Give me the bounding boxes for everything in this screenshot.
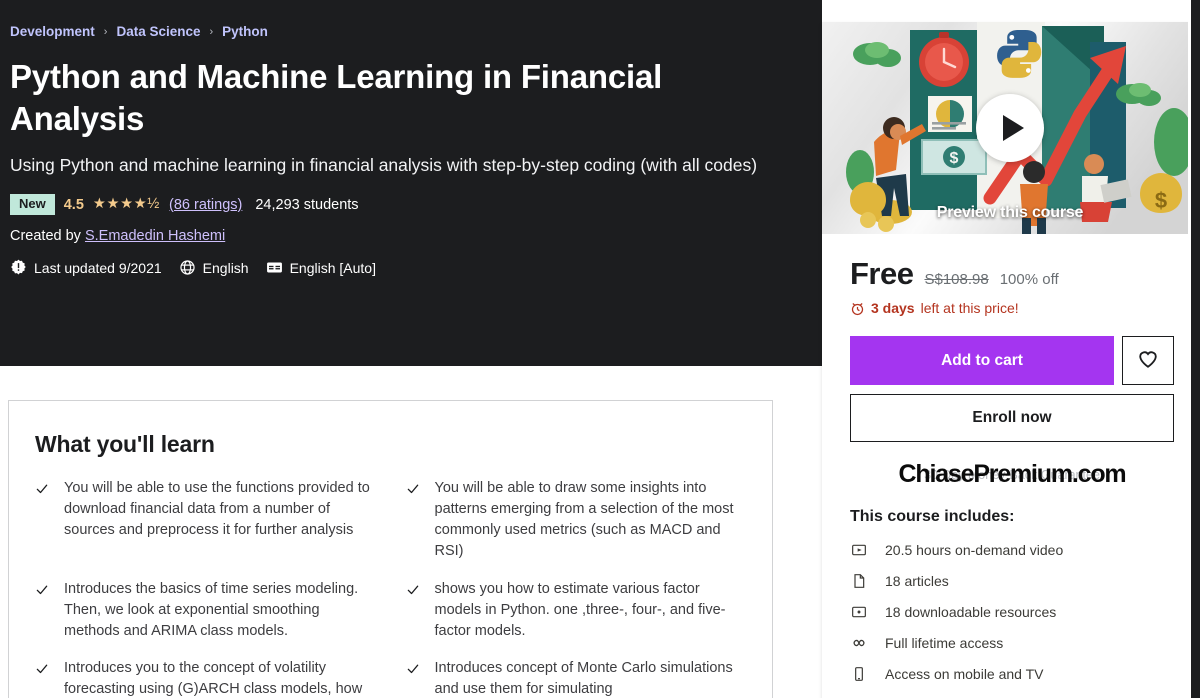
breadcrumb-item-python[interactable]: Python <box>222 24 268 39</box>
learn-item-text: Introduces you to the concept of volatil… <box>64 660 363 698</box>
breadcrumb-item-development[interactable]: Development <box>10 24 95 39</box>
add-to-cart-button[interactable]: Add to cart <box>850 336 1114 385</box>
learn-item: Introduces the basics of time series mod… <box>35 579 376 642</box>
list-item-label: 20.5 hours on-demand video <box>885 541 1064 558</box>
urgency-rest: left at this price! <box>920 300 1019 316</box>
learn-item: You will be able to use the functions pr… <box>35 478 376 563</box>
what-you-will-learn-card: What you'll learn You will be able to us… <box>8 400 773 698</box>
guarantee-area: 30-Day Money-Back Guarantee ChiasePremiu… <box>850 458 1174 492</box>
purchase-sidebar: $ $ Preview this course Free S$108.98 10… <box>822 22 1198 698</box>
learn-item-text: Introduces the basics of time series mod… <box>64 580 359 639</box>
check-icon <box>35 662 49 676</box>
course-landing-page: Development › Data Science › Python Pyth… <box>0 0 1200 698</box>
learn-item: Introduces concept of Monte Carlo simula… <box>406 658 747 698</box>
course-includes-list: 20.5 hours on-demand video 18 articles 1… <box>850 541 1174 682</box>
list-item: 18 articles <box>850 572 1174 589</box>
alarm-clock-icon <box>850 301 865 316</box>
course-includes-title: This course includes: <box>850 508 1015 525</box>
money-back-guarantee-text: 30-Day Money-Back Guarantee <box>924 468 1100 482</box>
instructor-link[interactable]: S.Emadedin Hashemi <box>85 228 225 244</box>
infinity-icon <box>850 634 867 651</box>
page-title: Python and Machine Learning in Financial… <box>10 58 663 137</box>
page-right-edge <box>1191 0 1200 698</box>
video-icon <box>850 541 867 558</box>
rating-value: 4.5 <box>63 196 84 213</box>
wishlist-button[interactable] <box>1122 336 1174 385</box>
course-hero-header: Development › Data Science › Python Pyth… <box>0 0 822 366</box>
learn-item: shows you how to estimate various factor… <box>406 579 747 642</box>
price-current: Free <box>850 256 914 291</box>
enroll-now-button[interactable]: Enroll now <box>850 394 1174 442</box>
course-meta-row: Last updated 9/2021 English English [Aut… <box>8 259 802 276</box>
creator-row: Created by S.Emadedin Hashemi <box>8 228 802 244</box>
learn-item-text: You will be able to draw some insights i… <box>434 480 734 560</box>
rating-row: New 4.5 ★★★★½ (86 ratings) 24,293 studen… <box>8 194 802 216</box>
star-rating-icon: ★★★★½ <box>92 196 160 213</box>
check-icon <box>406 662 420 676</box>
learn-item-text: Introduces concept of Monte Carlo simula… <box>434 660 733 698</box>
download-icon <box>850 603 867 620</box>
info-badge-icon <box>10 259 27 276</box>
globe-icon <box>179 259 196 276</box>
breadcrumb-separator: › <box>209 25 214 38</box>
captions-text: English [Auto] <box>289 259 376 276</box>
check-icon <box>406 583 420 597</box>
list-item-label: 18 downloadable resources <box>885 603 1057 620</box>
language-meta: English <box>179 259 249 276</box>
ratings-count-link[interactable]: (86 ratings) <box>169 197 242 213</box>
list-item-label: Full lifetime access <box>885 634 1004 651</box>
preview-this-course-label: Preview this course <box>936 204 1084 221</box>
learn-item-text: You will be able to use the functions pr… <box>64 480 370 539</box>
urgency-days: 3 days <box>871 300 915 316</box>
list-item: Access on mobile and TV <box>850 665 1174 682</box>
check-icon <box>35 482 49 496</box>
closed-caption-icon <box>266 259 283 276</box>
price-urgency-notice: 3 days left at this price! <box>850 300 1174 316</box>
last-updated-meta: Last updated 9/2021 <box>10 259 162 276</box>
price-original: S$108.98 <box>924 271 989 288</box>
course-preview-video[interactable]: $ $ Preview this course <box>822 22 1198 234</box>
breadcrumb-separator: › <box>103 25 108 38</box>
course-subtitle: Using Python and machine learning in fin… <box>10 155 758 176</box>
language-text: English <box>202 259 249 276</box>
price-row: Free S$108.98 100% off <box>850 256 1174 292</box>
price-discount: 100% off <box>999 271 1059 288</box>
learn-item: Introduces you to the concept of volatil… <box>35 658 376 698</box>
learn-items-grid: You will be able to use the functions pr… <box>35 478 746 698</box>
what-you-will-learn-title: What you'll learn <box>35 431 215 457</box>
heart-icon <box>1137 348 1159 373</box>
play-icon[interactable] <box>976 94 1044 162</box>
learn-item: You will be able to draw some insights i… <box>406 478 747 563</box>
learn-item-text: shows you how to estimate various factor… <box>434 580 726 639</box>
purchase-panel-body: Free S$108.98 100% off 3 days left at th… <box>822 234 1198 698</box>
breadcrumb-item-data-science[interactable]: Data Science <box>116 24 200 39</box>
list-item-label: 18 articles <box>885 572 949 589</box>
status-badge-new: New <box>10 194 55 216</box>
captions-meta: English [Auto] <box>266 259 376 276</box>
mobile-icon <box>850 665 867 682</box>
cta-row: Add to cart <box>850 336 1174 385</box>
check-icon <box>406 482 420 496</box>
created-by-label: Created by <box>10 228 81 245</box>
list-item: 18 downloadable resources <box>850 603 1174 620</box>
svg-text:$: $ <box>950 150 959 167</box>
check-icon <box>35 583 49 597</box>
list-item: 20.5 hours on-demand video <box>850 541 1174 558</box>
list-item: Full lifetime access <box>850 634 1174 651</box>
students-count: 24,293 students <box>255 196 359 213</box>
breadcrumb: Development › Data Science › Python <box>8 24 802 39</box>
last-updated-text: Last updated 9/2021 <box>34 259 162 276</box>
list-item-label: Access on mobile and TV <box>885 665 1044 682</box>
article-icon <box>850 572 867 589</box>
